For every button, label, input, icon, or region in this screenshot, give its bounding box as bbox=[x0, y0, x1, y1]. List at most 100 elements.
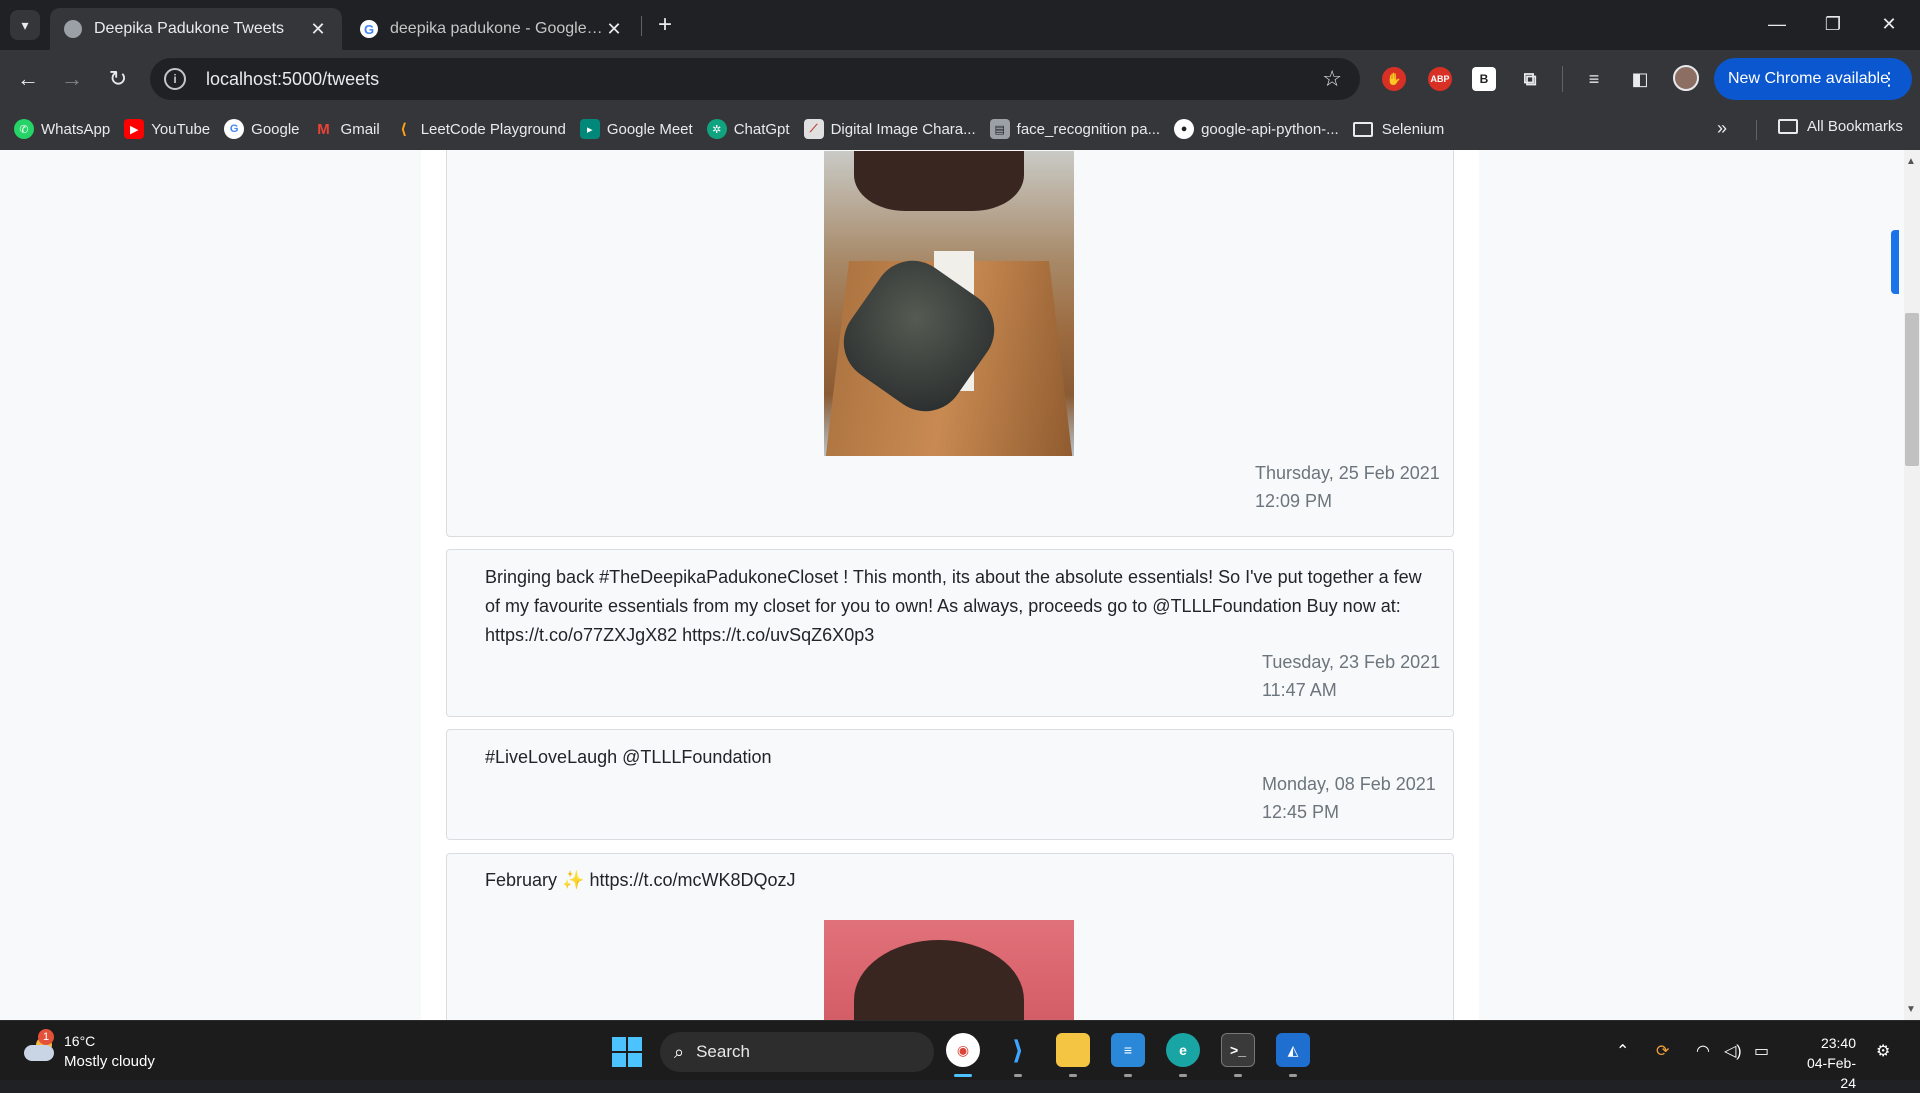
bookmark-face-recognition[interactable]: ▤ face_recognition pa... bbox=[989, 119, 1160, 139]
bookmark-label: Digital Image Chara... bbox=[830, 120, 976, 138]
chatgpt-icon: ✲ bbox=[706, 119, 727, 139]
youtube-icon: ▶ bbox=[124, 119, 145, 139]
vscode-icon[interactable]: ⟩ bbox=[1001, 1033, 1035, 1067]
adblock-icon[interactable]: ABP bbox=[1428, 67, 1452, 91]
b-extension-icon[interactable]: B bbox=[1472, 67, 1496, 91]
close-window-button[interactable]: ✕ bbox=[1866, 8, 1912, 40]
bookmark-gmail[interactable]: M Gmail bbox=[314, 119, 380, 139]
hand-icon[interactable]: ✋ bbox=[1382, 67, 1406, 91]
system-clock[interactable]: 23:40 04-Feb-24 bbox=[1796, 1033, 1856, 1093]
bookmark-label: Gmail bbox=[340, 120, 380, 138]
weather-temperature[interactable]: 16°C bbox=[64, 1033, 95, 1049]
tab-title: Deepika Padukone Tweets bbox=[94, 20, 285, 37]
restore-button[interactable]: ❐ bbox=[1810, 8, 1856, 40]
scrollbar-thumb[interactable] bbox=[1905, 313, 1919, 466]
more-bookmarks-icon[interactable]: » bbox=[1717, 118, 1727, 139]
bookmark-label: Google bbox=[251, 120, 300, 138]
scroll-up-arrow-icon[interactable]: ▲ bbox=[1906, 156, 1916, 167]
bookmark-chatgpt[interactable]: ✲ ChatGpt bbox=[706, 119, 790, 139]
photos-icon[interactable]: ◭ bbox=[1276, 1033, 1310, 1067]
sync-icon[interactable]: ⟳ bbox=[1656, 1041, 1669, 1061]
bookmark-leetcode[interactable]: ⟨ LeetCode Playground bbox=[394, 119, 566, 139]
tab-strip: ▾ Deepika Padukone Tweets ✕ G deepika pa… bbox=[0, 0, 1920, 50]
clock-date: 04-Feb-24 bbox=[1806, 1055, 1856, 1091]
url-text[interactable]: localhost:5000/tweets bbox=[206, 69, 379, 90]
globe-icon bbox=[64, 20, 82, 38]
tweet-date: Tuesday, 23 Feb 2021 bbox=[1262, 652, 1441, 672]
weather-condition[interactable]: Mostly cloudy bbox=[64, 1053, 155, 1070]
bookmark-google-meet[interactable]: ▸ Google Meet bbox=[579, 119, 693, 139]
scroll-down-arrow-icon[interactable]: ▼ bbox=[1906, 1004, 1916, 1015]
side-panel-indicator[interactable] bbox=[1891, 230, 1899, 294]
edge-icon[interactable]: e bbox=[1166, 1033, 1200, 1067]
volume-icon[interactable]: ◁) bbox=[1724, 1041, 1742, 1061]
github-icon: ● bbox=[1174, 119, 1195, 139]
gmail-icon: M bbox=[317, 120, 330, 138]
tweet-card: February ✨ https://t.co/mcWK8DQozJ bbox=[446, 853, 1454, 1020]
weather-badge: 1 bbox=[38, 1029, 54, 1045]
puzzle-icon[interactable]: ⧉ bbox=[1518, 67, 1542, 91]
wifi-icon[interactable]: ◠ bbox=[1696, 1041, 1710, 1061]
tab-search-button[interactable]: ▾ bbox=[10, 10, 40, 40]
bookmark-google-api-python[interactable]: ● google-api-python-... bbox=[1174, 119, 1339, 139]
bookmark-digital-image[interactable]: ⟋ Digital Image Chara... bbox=[803, 119, 976, 139]
terminal-icon[interactable]: >_ bbox=[1221, 1033, 1255, 1067]
app-running-indicator bbox=[1124, 1074, 1132, 1077]
chevron-up-icon[interactable]: ⌃ bbox=[1616, 1041, 1629, 1061]
whatsapp-icon: ✆ bbox=[14, 119, 34, 139]
tweet-image[interactable] bbox=[824, 920, 1074, 1020]
tweet-text: #LiveLoveLaugh @TLLLFoundation bbox=[485, 747, 772, 767]
tab-google-search[interactable]: G deepika padukone - Google Search ✕ bbox=[346, 8, 638, 50]
bookmark-label: WhatsApp bbox=[41, 120, 111, 138]
forward-button[interactable]: → bbox=[56, 63, 88, 95]
bookmark-label: google-api-python-... bbox=[1201, 120, 1339, 138]
tab-separator bbox=[641, 16, 642, 36]
tab-deepika-tweets[interactable]: Deepika Padukone Tweets ✕ bbox=[50, 8, 342, 50]
bookmark-youtube[interactable]: ▶ YouTube bbox=[124, 119, 210, 139]
taskbar-search[interactable]: ⌕ Search bbox=[660, 1032, 934, 1072]
folder-icon bbox=[1778, 119, 1798, 134]
page-scrollbar-track[interactable] bbox=[1904, 150, 1920, 1020]
profile-avatar[interactable] bbox=[1673, 65, 1699, 91]
file-explorer-icon[interactable] bbox=[1056, 1033, 1090, 1067]
address-bar[interactable]: i localhost:5000/tweets ☆ bbox=[150, 58, 1360, 100]
bookmark-label: LeetCode Playground bbox=[420, 120, 566, 138]
back-button[interactable]: ← bbox=[12, 63, 44, 95]
toolbar-separator bbox=[1562, 66, 1563, 92]
tweet-time: 12:45 PM bbox=[1262, 802, 1340, 822]
all-bookmarks-button[interactable]: All Bookmarks bbox=[1778, 118, 1903, 135]
minimize-button[interactable]: — bbox=[1754, 8, 1800, 40]
reload-button[interactable]: ↻ bbox=[102, 63, 134, 95]
close-icon[interactable]: ✕ bbox=[604, 19, 624, 40]
tweet-date: Thursday, 25 Feb 2021 bbox=[1255, 463, 1440, 483]
battery-icon[interactable]: ▭ bbox=[1754, 1041, 1769, 1061]
tweet-card: Thursday, 25 Feb 2021 12:09 PM bbox=[446, 150, 1454, 537]
google-icon: G bbox=[360, 20, 378, 38]
new-tab-button[interactable]: + bbox=[652, 11, 678, 38]
sidepanel-icon[interactable]: ◧ bbox=[1628, 67, 1652, 91]
tweet-time: 12:09 PM bbox=[1255, 491, 1333, 511]
bookmarks-bar: ✆ WhatsApp ▶ YouTube G Google M Gmail ⟨ … bbox=[0, 108, 1920, 150]
bookmarks-separator bbox=[1756, 120, 1757, 140]
all-bookmarks-label: All Bookmarks bbox=[1807, 118, 1903, 135]
chrome-active-indicator bbox=[954, 1074, 972, 1077]
notification-icon[interactable]: ⚙ bbox=[1876, 1041, 1890, 1061]
bookmark-star-icon[interactable]: ☆ bbox=[1322, 66, 1342, 92]
site-info-icon[interactable]: i bbox=[164, 68, 186, 90]
tweet-card: #LiveLoveLaugh @TLLLFoundation Monday, 0… bbox=[446, 729, 1454, 840]
tweet-image[interactable] bbox=[824, 151, 1074, 456]
media-icon[interactable]: ≡ bbox=[1582, 67, 1606, 91]
chrome-icon[interactable]: ◉ bbox=[946, 1033, 980, 1067]
start-button[interactable] bbox=[612, 1037, 642, 1067]
bookmark-google[interactable]: G Google bbox=[224, 119, 300, 139]
kebab-menu-icon[interactable]: ⋮ bbox=[1880, 69, 1898, 90]
page-viewport: Thursday, 25 Feb 2021 12:09 PM Bringing … bbox=[0, 150, 1920, 1020]
close-icon[interactable]: ✕ bbox=[308, 19, 328, 40]
app-running-indicator bbox=[1014, 1074, 1022, 1077]
new-chrome-available-button[interactable]: New Chrome available ⋮ bbox=[1714, 58, 1912, 100]
tweet-text: Bringing back #TheDeepikaPadukoneCloset … bbox=[485, 567, 1422, 645]
bookmark-selenium[interactable]: Selenium bbox=[1352, 121, 1444, 138]
notepad-icon[interactable]: ≡ bbox=[1111, 1033, 1145, 1067]
leetcode-icon: ⟨ bbox=[400, 121, 408, 138]
bookmark-whatsapp[interactable]: ✆ WhatsApp bbox=[14, 119, 110, 139]
